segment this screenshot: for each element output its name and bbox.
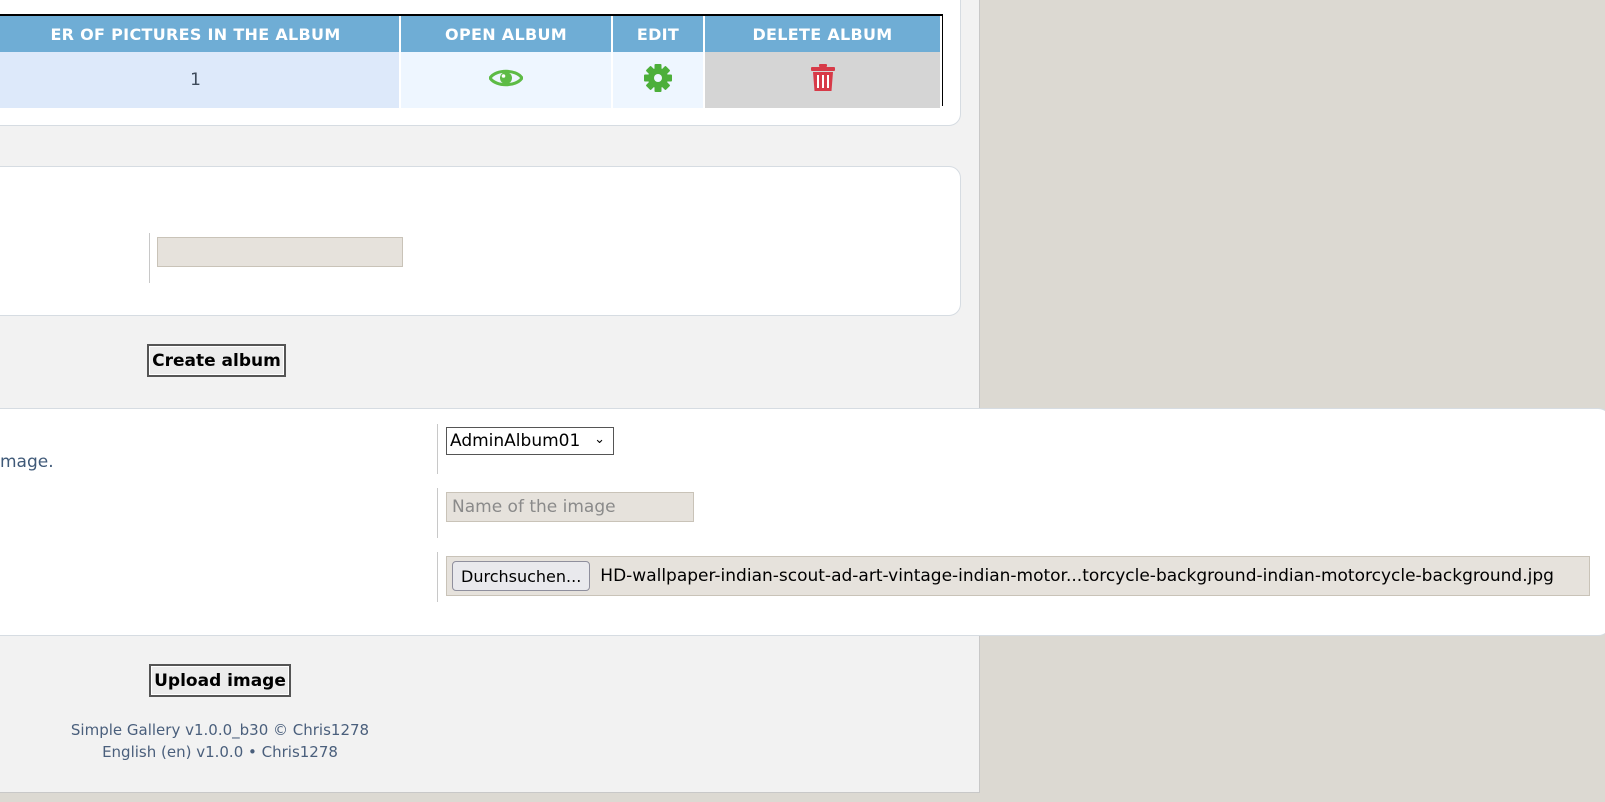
edit-cell [612, 52, 705, 108]
upload-image-card [0, 408, 1605, 636]
browse-button[interactable]: Durchsuchen... [452, 561, 591, 591]
gear-icon[interactable] [643, 63, 673, 97]
main-panel: ER OF PICTURES IN THE ALBUM OPEN ALBUM E… [0, 0, 980, 793]
divider [437, 552, 438, 602]
image-name-input[interactable] [446, 492, 694, 522]
album-select[interactable]: AdminAlbum01 ⌄ [446, 427, 614, 455]
header-picture-count: ER OF PICTURES IN THE ALBUM [0, 16, 401, 52]
table-header-row: ER OF PICTURES IN THE ALBUM OPEN ALBUM E… [0, 16, 942, 52]
file-input[interactable]: Durchsuchen... HD-wallpaper-indian-scout… [446, 556, 1590, 596]
divider [437, 424, 438, 474]
header-open-album: OPEN ALBUM [400, 16, 613, 52]
delete-album-cell [704, 52, 942, 108]
album-name-input[interactable] [157, 237, 403, 267]
footer-language: English (en) v1.0.0 • Chris1278 [102, 743, 338, 761]
open-album-cell [400, 52, 613, 108]
header-delete-album: DELETE ALBUM [704, 16, 942, 52]
table-row: 1 [0, 52, 942, 108]
albums-table: ER OF PICTURES IN THE ALBUM OPEN ALBUM E… [0, 14, 943, 108]
create-album-button[interactable]: Create album [147, 344, 286, 377]
footer-version: Simple Gallery v1.0.0_b30 © Chris1278 [70, 721, 370, 739]
album-select-value: AdminAlbum01 [450, 431, 581, 451]
upload-image-button[interactable]: Upload image [149, 664, 291, 697]
upload-hint-text: mage. [0, 452, 54, 472]
divider [437, 488, 438, 538]
divider [149, 233, 150, 283]
create-album-card [0, 166, 961, 316]
eye-icon[interactable] [488, 67, 524, 93]
trash-icon[interactable] [810, 64, 835, 96]
chevron-down-icon: ⌄ [594, 432, 605, 447]
header-edit: EDIT [612, 16, 705, 52]
picture-count-cell: 1 [0, 52, 401, 108]
selected-file-name: HD-wallpaper-indian-scout-ad-art-vintage… [600, 566, 1554, 586]
